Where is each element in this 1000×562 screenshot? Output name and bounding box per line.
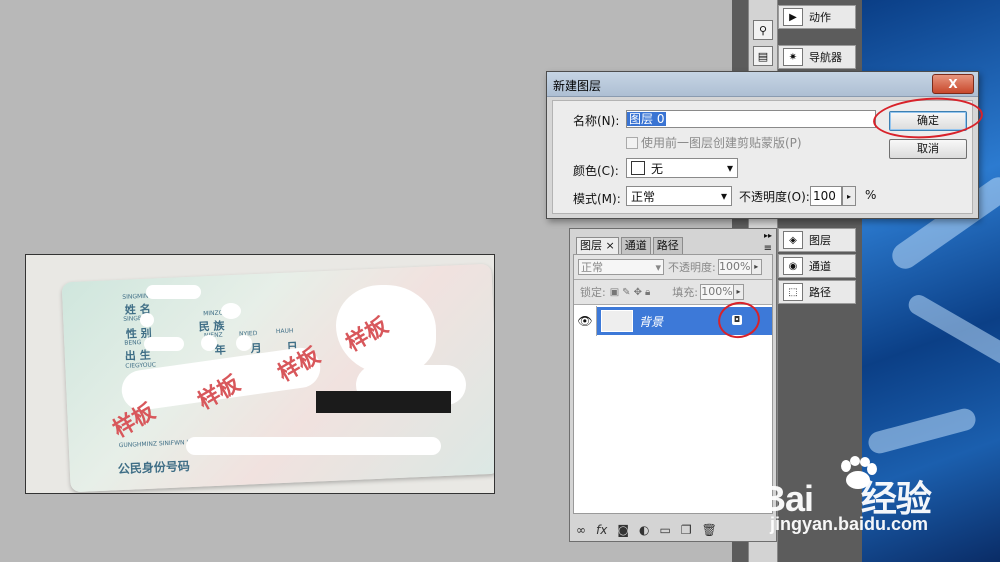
redaction-mark xyxy=(221,303,241,319)
adjustment-icon[interactable]: ◐ xyxy=(639,523,649,537)
card-label-id-number: 公民身份号码 xyxy=(117,459,191,477)
mode-select[interactable]: 正常 ▾ xyxy=(626,186,732,206)
dock-paths-button[interactable]: ⬚ 路径 xyxy=(778,280,856,304)
card-pinyin-beng: BENG xyxy=(124,339,142,347)
opacity-label: 不透明度(O): xyxy=(739,190,810,204)
redaction-mark xyxy=(144,337,184,351)
redaction-mark xyxy=(186,437,441,455)
new-layer-icon[interactable]: ❐ xyxy=(681,523,692,537)
blend-mode-value: 正常 xyxy=(581,261,603,274)
dialog-titlebar[interactable]: 新建图层 X xyxy=(547,72,978,97)
chevron-down-icon: ▾ xyxy=(720,189,727,203)
dock-paths-label: 路径 xyxy=(809,286,831,299)
clip-checkbox-label: 使用前一图层创建剪贴蒙版(P) xyxy=(641,136,802,150)
lock-position-icon[interactable]: ✥ xyxy=(634,287,642,298)
layers-panel-tabs: 图层 × 通道 路径 xyxy=(576,237,685,254)
watermark-url: jingyan.baidu.com xyxy=(770,514,929,534)
lock-pixels-icon[interactable]: ✎ xyxy=(622,287,630,298)
card-pinyin-hauh: HAUH xyxy=(275,327,294,336)
layer-name: 背景 xyxy=(639,314,664,329)
panel-collapse-icon[interactable]: ▸▸ xyxy=(764,231,772,240)
group-icon[interactable]: ▭ xyxy=(659,523,670,537)
color-label: 颜色(C): xyxy=(573,164,619,178)
clip-checkbox[interactable] xyxy=(626,137,638,149)
dock-navigator-button[interactable]: ✷ 导航器 xyxy=(778,45,856,69)
dock-channels-label: 通道 xyxy=(809,260,831,273)
link-icon[interactable]: ∞ xyxy=(576,523,586,537)
redaction-mark xyxy=(236,335,252,351)
tool-preset-icon[interactable]: ⚲ xyxy=(753,20,773,40)
redaction-mark xyxy=(140,313,154,327)
channels-icon: ◉ xyxy=(783,257,803,275)
chevron-down-icon: ▾ xyxy=(655,260,661,274)
trash-icon[interactable]: 🗑︎ xyxy=(702,523,717,537)
opacity-arrow-icon[interactable]: ▸ xyxy=(842,186,856,206)
panel-opacity-label: 不透明度: xyxy=(668,261,716,274)
lock-transparency-icon[interactable]: ▣ xyxy=(610,287,619,298)
fill-input[interactable]: 100% xyxy=(700,284,734,300)
navigator-icon: ✷ xyxy=(783,48,803,66)
cancel-button[interactable]: 取消 xyxy=(889,139,967,159)
play-icon: ▶ xyxy=(783,8,803,26)
layers-list-area: 正常 ▾ 不透明度: 100% ▸ 锁定: ▣ ✎ ✥ 🔒︎ 填充: 100% … xyxy=(573,254,773,514)
dock-navigator-label: 导航器 xyxy=(809,51,842,64)
clone-source-icon[interactable]: ▤ xyxy=(753,46,773,66)
tab-layers[interactable]: 图层 × xyxy=(576,237,619,254)
paw-icon xyxy=(841,456,877,489)
baidu-watermark: Bai 经验 jingyan.baidu.com xyxy=(760,456,932,534)
eye-icon[interactable]: 👁︎ xyxy=(574,306,597,336)
layer-name-field[interactable]: 图层 0 xyxy=(626,110,876,128)
dialog-title: 新建图层 xyxy=(553,79,602,93)
tab-channels[interactable]: 通道 xyxy=(620,237,651,254)
paths-icon: ⬚ xyxy=(783,283,803,301)
layers-panel: 图层 × 通道 路径 ▸▸ ≡ 正常 ▾ 不透明度: 100% ▸ 锁定: ▣ … xyxy=(569,228,777,542)
layers-icon: ◈ xyxy=(783,231,803,249)
panel-opacity-input[interactable]: 100% xyxy=(717,259,752,275)
color-value: 无 xyxy=(651,161,664,176)
color-select[interactable]: 无 ▾ xyxy=(626,158,738,178)
redaction-mark xyxy=(201,335,217,351)
redaction-mark xyxy=(146,285,201,299)
canvas-image: SINGMINGZ 姓 名 SINGBIED MINZCUZ 性 别 民 族 B… xyxy=(25,254,495,494)
mask-icon[interactable]: ◙ xyxy=(617,523,629,537)
dock-actions-label: 动作 xyxy=(809,11,831,24)
layer-thumbnail xyxy=(601,310,633,332)
opacity-value: 100 xyxy=(813,189,836,203)
lock-all-icon[interactable]: 🔒︎ xyxy=(645,287,650,298)
mode-label: 模式(M): xyxy=(573,192,621,206)
new-layer-dialog: 新建图层 X 名称(N): 图层 0 使用前一图层创建剪贴蒙版(P) 颜色(C)… xyxy=(546,71,979,219)
color-swatch xyxy=(631,161,645,175)
fx-icon[interactable]: fx xyxy=(596,523,607,537)
name-label: 名称(N): xyxy=(573,114,620,128)
blend-row: 正常 ▾ 不透明度: 100% ▸ xyxy=(574,255,772,280)
dock-layers-label: 图层 xyxy=(809,234,831,247)
blend-mode-select[interactable]: 正常 ▾ xyxy=(578,259,664,275)
opacity-input[interactable]: 100 xyxy=(810,186,842,206)
opacity-unit: % xyxy=(865,188,877,202)
tab-paths[interactable]: 路径 xyxy=(652,237,683,254)
dock-actions-button[interactable]: ▶ 动作 xyxy=(778,5,856,29)
mode-value: 正常 xyxy=(631,189,656,204)
chevron-down-icon: ▾ xyxy=(726,161,733,175)
lock-label: 锁定: xyxy=(580,286,606,299)
layers-footer: ∞ fx ◙ ◐ ▭ ❐ 🗑︎ xyxy=(576,523,717,537)
photo-shadow xyxy=(316,391,451,413)
dock-channels-button[interactable]: ◉ 通道 xyxy=(778,254,856,278)
opacity-arrow-icon[interactable]: ▸ xyxy=(751,259,762,275)
dock-layers-button[interactable]: ◈ 图层 xyxy=(778,228,856,252)
watermark-brand: Bai xyxy=(760,478,814,519)
panel-menu-icon[interactable]: ≡ xyxy=(764,243,772,254)
fill-label: 填充: xyxy=(672,286,698,299)
fill-arrow-icon[interactable]: ▸ xyxy=(734,284,744,300)
close-button[interactable]: X xyxy=(932,74,974,94)
layer-name-value: 图层 0 xyxy=(627,112,667,126)
